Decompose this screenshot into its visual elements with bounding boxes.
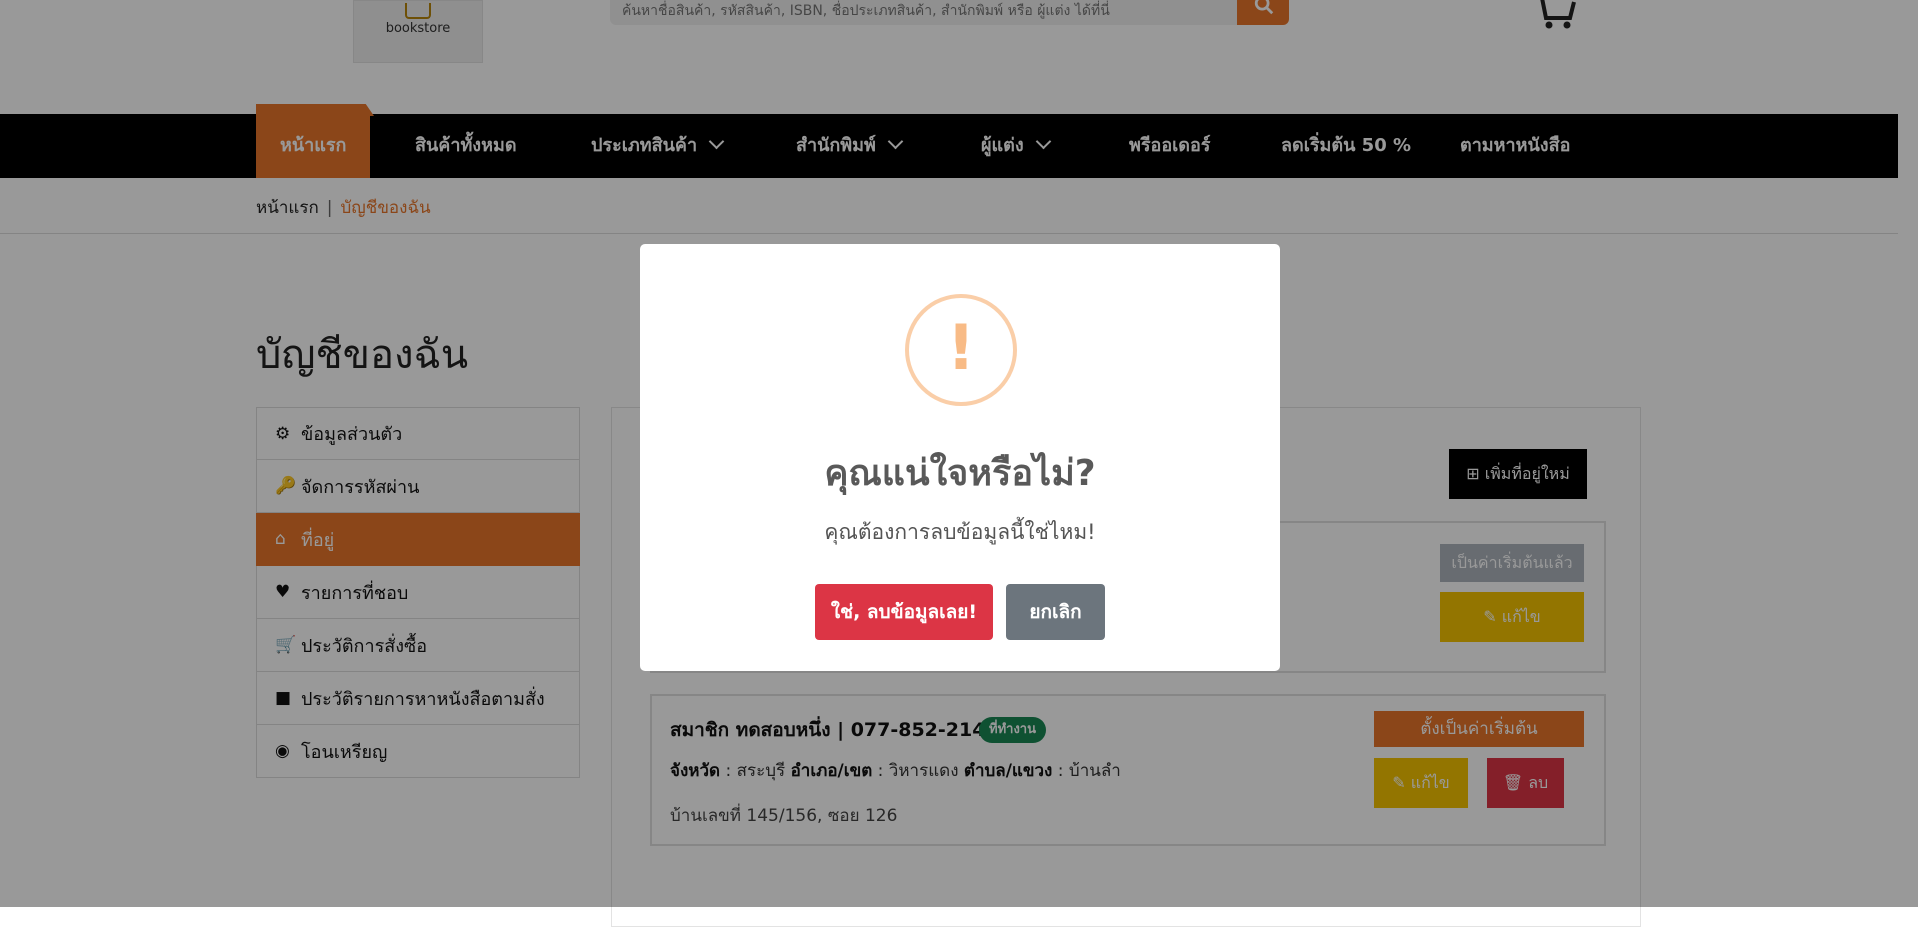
dialog-message: คุณต้องการลบข้อมูลนี้ใช่ไหม! bbox=[824, 520, 1096, 544]
cancel-button[interactable]: ยกเลิก bbox=[1006, 584, 1105, 640]
confirm-delete-button[interactable]: ใช่, ลบข้อมูลเลย! bbox=[815, 584, 993, 640]
dialog-title: คุณแน่ใจหรือไม่? bbox=[824, 453, 1096, 494]
warning-icon-mark: ! bbox=[946, 311, 976, 384]
warning-icon: ! bbox=[905, 294, 1017, 406]
